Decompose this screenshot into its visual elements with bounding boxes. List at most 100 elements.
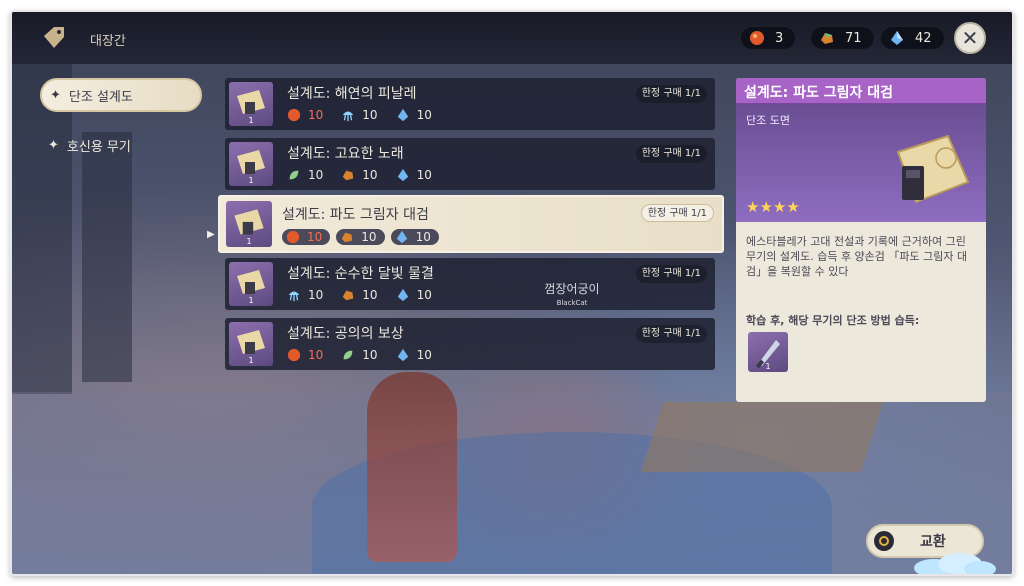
cost-value: 10 (308, 348, 324, 362)
cost-entry: 10 (287, 348, 323, 362)
purchase-limit-badge: 한정 구매 1/1 (640, 204, 714, 222)
ore-orange-icon (286, 230, 300, 244)
currency-ore[interactable]: 3 (740, 26, 797, 50)
list-item[interactable]: 1 설계도: 공의의 보상 한정 구매 1/1 10 10 10 (225, 318, 715, 370)
item-count: 1 (248, 356, 254, 365)
cost-entry: 10 (390, 229, 439, 245)
rarity-stars: ★★★★ (746, 198, 801, 216)
detail-type: 단조 도면 (746, 114, 790, 127)
cost-entry: 10 (336, 229, 385, 245)
crystal-chunk-icon (343, 170, 354, 181)
cost-value: 10 (308, 108, 324, 122)
crystal-blue-icon (891, 31, 903, 45)
leaf-icon (289, 170, 299, 180)
selection-arrow-icon: ▶ (207, 229, 215, 240)
item-count: 1 (248, 116, 254, 125)
item-name: 설계도: 해연의 피날레 (287, 86, 417, 102)
item-name: 설계도: 순수한 달빛 물결 (287, 266, 434, 282)
game-window: 대장간 3 71 42 ✕ ✦ 단조 설계도 ✦ 호신용 무기 1 설계도: 해… (10, 10, 1014, 576)
blueprint-thumbnail: 1 (229, 262, 273, 306)
detail-banner: 단조 도면 ★★★★ (736, 104, 986, 222)
currency-crystal-chunk[interactable]: 71 (810, 26, 875, 50)
watermark-subtext: BlackCat (556, 299, 588, 307)
background-character (367, 372, 457, 562)
crystal-blue-icon (397, 348, 408, 362)
star-icon: ★★★★ (746, 198, 800, 216)
cost-value: 10 (416, 168, 432, 182)
cost-list: 10 10 10 (287, 348, 450, 362)
sparkle-icon: ✦ (50, 87, 61, 103)
blueprint-thumbnail: 1 (229, 82, 273, 126)
weapon-material-thumbnail[interactable]: 1 (748, 332, 788, 372)
exchange-label: 교환 (920, 534, 946, 550)
item-count: 1 (248, 296, 254, 305)
cost-value: 10 (362, 108, 378, 122)
list-item-selected[interactable]: 1 설계도: 파도 그림자 대검 한정 구매 1/1 10 10 10 (218, 195, 724, 253)
cost-entry: 10 (396, 108, 432, 122)
blueprint-thumbnail: 1 (229, 322, 273, 366)
crystal-chunk-icon (343, 290, 354, 301)
cost-entry: 10 (287, 168, 323, 182)
currency-value: 42 (915, 30, 932, 46)
close-icon: ✕ (961, 26, 979, 50)
ore-orange-icon (287, 348, 301, 362)
tab-label: 단조 설계도 (68, 89, 133, 105)
currency-value: 71 (845, 30, 862, 46)
crystal-chunk-icon (342, 232, 353, 243)
sparkle-icon: ✦ (48, 137, 59, 153)
purchase-limit-badge: 한정 구매 1/1 (635, 325, 707, 343)
confirm-ring-icon (874, 531, 894, 551)
jellyfish-icon (288, 291, 300, 302)
ore-orange-icon (750, 31, 764, 45)
tag-icon (44, 27, 64, 48)
detail-learn-label: 학습 후, 해당 무기의 단조 방법 습득: (746, 314, 920, 327)
crystal-blue-icon (397, 168, 408, 182)
top-bar: 대장간 3 71 42 ✕ (12, 12, 1012, 64)
cost-value: 10 (362, 288, 378, 302)
tab-label: 호신용 무기 (66, 139, 131, 155)
cost-entry: 10 (341, 348, 378, 362)
cost-entry: 10 (396, 168, 432, 182)
watermark-text: 껌장어궁이 (544, 282, 600, 296)
tab-self-defense-weapon[interactable]: ✦ 호신용 무기 (40, 128, 202, 162)
item-name: 설계도: 파도 그림자 대검 (282, 207, 429, 223)
watermark: 껌장어궁이 BlackCat (532, 280, 612, 307)
cost-entry: 10 (287, 108, 323, 122)
cost-value: 10 (307, 230, 323, 244)
cost-entry: 10 (341, 108, 378, 122)
list-item[interactable]: 1 설계도: 순수한 달빛 물결 한정 구매 1/1 10 10 10 (225, 258, 715, 310)
cost-entry: 10 (287, 288, 323, 302)
background-pillar (12, 64, 72, 394)
detail-description: 에스타블레가 고대 전설과 기록에 근거하여 그린 무기의 설계도. 습득 후 … (746, 235, 968, 278)
currency-crystal-blue[interactable]: 42 (880, 26, 945, 50)
item-name: 설계도: 공의의 보상 (287, 326, 404, 342)
cost-list: 10 10 10 (282, 229, 445, 245)
cost-value: 10 (362, 348, 378, 362)
cost-value: 10 (308, 168, 324, 182)
detail-panel: 설계도: 파도 그림자 대검 단조 도면 ★★★★ 에스타블레가 고대 전설과 … (736, 78, 986, 402)
tab-forging-blueprint[interactable]: ✦ 단조 설계도 (40, 78, 202, 112)
close-button[interactable]: ✕ (954, 22, 986, 54)
ore-orange-icon (287, 108, 301, 122)
list-item[interactable]: 1 설계도: 해연의 피날레 한정 구매 1/1 10 10 10 (225, 78, 715, 130)
cost-entry: 10 (341, 168, 378, 182)
item-count: 1 (246, 237, 252, 246)
detail-title: 설계도: 파도 그림자 대검 (744, 85, 894, 101)
cost-entry: 10 (282, 229, 331, 245)
list-item[interactable]: 1 설계도: 고요한 노래 한정 구매 1/1 10 10 10 (225, 138, 715, 190)
crystal-blue-icon (397, 288, 408, 302)
cost-entry: 10 (341, 288, 378, 302)
purchase-limit-badge: 한정 구매 1/1 (635, 145, 707, 163)
purchase-limit-badge: 한정 구매 1/1 (635, 85, 707, 103)
cost-list: 10 10 10 (287, 108, 450, 122)
material-count: 1 (765, 362, 771, 371)
background-table (640, 402, 884, 472)
crystal-blue-icon (396, 230, 407, 244)
cloud-sticker-icon (914, 553, 996, 574)
blueprint-thumbnail: 1 (226, 201, 272, 247)
shop-title: 대장간 (90, 34, 126, 49)
cost-value: 10 (416, 348, 432, 362)
item-count: 1 (248, 176, 254, 185)
cost-value: 10 (416, 288, 432, 302)
cost-value: 10 (362, 168, 378, 182)
